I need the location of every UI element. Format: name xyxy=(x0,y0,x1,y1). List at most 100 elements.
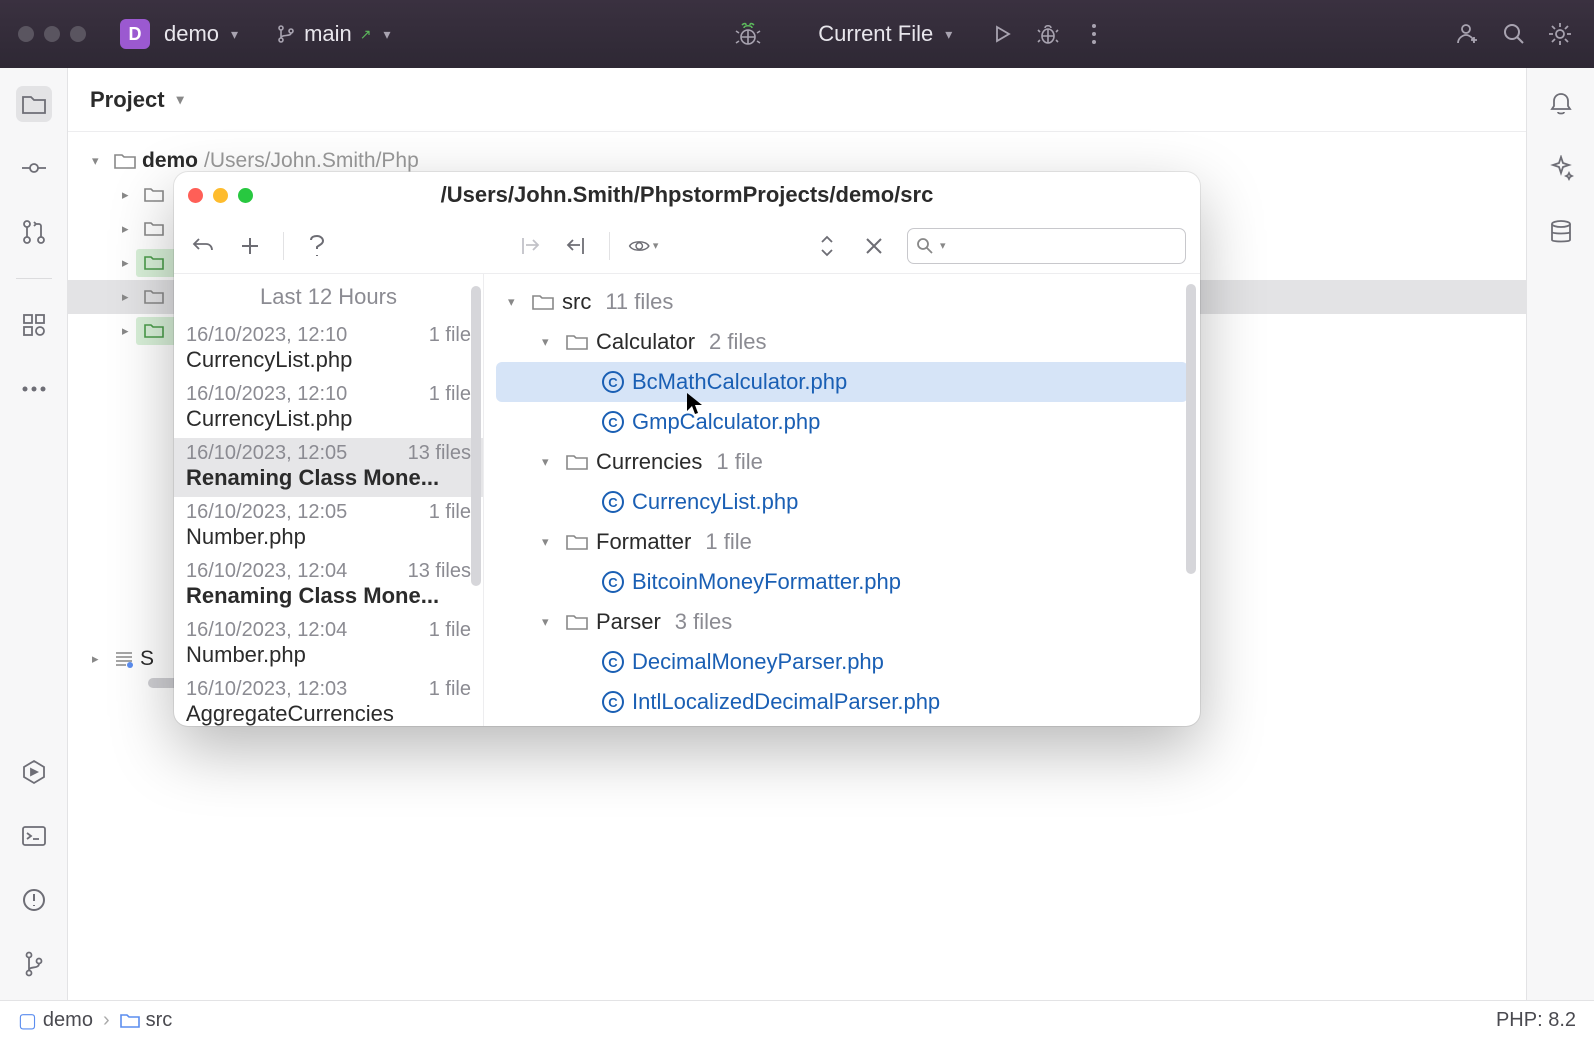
right-tool-rail xyxy=(1526,68,1594,1000)
chevron-right-icon: ▸ xyxy=(122,289,138,305)
history-item[interactable]: 16/10/2023, 12:051 fileNumber.php xyxy=(174,497,483,556)
next-diff-icon[interactable] xyxy=(562,231,591,261)
php-version[interactable]: PHP: 8.2 xyxy=(1496,1009,1576,1032)
project-tool-icon[interactable] xyxy=(16,86,52,122)
file-tree-file[interactable]: CDecimalMoneyParser.php xyxy=(484,642,1200,682)
zoom-icon[interactable] xyxy=(238,188,253,203)
folder-icon xyxy=(144,255,164,271)
project-badge[interactable]: D xyxy=(120,19,150,49)
problems-tool-icon[interactable] xyxy=(16,882,52,918)
scrollbar-thumb[interactable] xyxy=(1186,284,1196,574)
create-patch-icon[interactable] xyxy=(235,231,264,261)
breadcrumb-item: demo xyxy=(43,1009,93,1032)
close-icon[interactable] xyxy=(188,188,203,203)
file-tree-file[interactable]: CGmpCalculator.php xyxy=(484,402,1200,442)
collaborate-icon[interactable] xyxy=(1452,18,1484,50)
chevron-down-icon: ▾ xyxy=(177,91,184,108)
file-tree-folder[interactable]: ▾Currencies1 file xyxy=(484,442,1200,482)
file-tree-root[interactable]: ▾src11 files xyxy=(484,282,1200,322)
settings-icon[interactable] xyxy=(1544,18,1576,50)
module-icon: ▢ xyxy=(18,1008,37,1033)
project-panel-title: Project xyxy=(90,87,165,113)
history-item[interactable]: 16/10/2023, 12:101 fileCurrencyList.php xyxy=(174,320,483,379)
project-selector[interactable]: demo ▾ xyxy=(164,21,238,47)
file-tree-folder[interactable]: ▾Parser3 files xyxy=(484,602,1200,642)
popup-window-controls xyxy=(188,188,253,203)
class-icon: C xyxy=(602,491,624,513)
popup-titlebar: /Users/John.Smith/PhpstormProjects/demo/… xyxy=(174,172,1200,218)
close-icon[interactable] xyxy=(18,26,34,42)
debug-icon[interactable] xyxy=(1032,18,1064,50)
pull-requests-icon[interactable] xyxy=(16,214,52,250)
chevron-down-icon: ▾ xyxy=(384,26,391,43)
popup-body: Last 12 Hours 16/10/2023, 12:101 fileCur… xyxy=(174,274,1200,726)
file-tree-file[interactable]: CBitcoinMoneyFormatter.php xyxy=(484,562,1200,602)
history-item[interactable]: 16/10/2023, 12:031 fileAggregateCurrenci… xyxy=(174,674,483,726)
notifications-icon[interactable] xyxy=(1543,86,1579,122)
terminal-tool-icon[interactable] xyxy=(16,818,52,854)
statusbar: ▢ demo › src PHP: 8.2 xyxy=(0,1000,1594,1040)
chevron-down-icon: ▾ xyxy=(231,26,238,43)
services-tool-icon[interactable] xyxy=(16,754,52,790)
vcs-tool-icon[interactable] xyxy=(16,946,52,982)
structure-tool-icon[interactable] xyxy=(16,307,52,343)
chevron-down-icon: ▾ xyxy=(542,454,558,470)
run-config-label: Current File xyxy=(818,21,933,47)
run-config-selector[interactable]: Current File ▾ xyxy=(818,21,952,47)
search-icon[interactable] xyxy=(1498,18,1530,50)
class-icon: C xyxy=(602,571,624,593)
tree-root-path: /Users/John.Smith/Php xyxy=(204,149,419,173)
prev-diff-icon[interactable] xyxy=(514,231,543,261)
toolbar-separator xyxy=(609,232,610,260)
view-mode-icon[interactable]: ▾ xyxy=(628,231,658,261)
history-item[interactable]: 16/10/2023, 12:041 fileNumber.php xyxy=(174,615,483,674)
scratches-icon xyxy=(114,649,134,669)
class-icon: C xyxy=(602,411,624,433)
more-tool-icon[interactable] xyxy=(16,371,52,407)
minimize-icon[interactable] xyxy=(213,188,228,203)
history-item[interactable]: 16/10/2023, 12:0413 filesRenaming Class … xyxy=(174,556,483,615)
history-item[interactable]: 16/10/2023, 12:0513 filesRenaming Class … xyxy=(174,438,483,497)
expand-collapse-icon[interactable] xyxy=(812,231,841,261)
breadcrumb[interactable]: ▢ demo xyxy=(18,1008,93,1033)
search-icon xyxy=(916,237,934,255)
chevron-right-icon: ▸ xyxy=(92,651,108,667)
chevron-right-icon: ▸ xyxy=(122,323,138,339)
scrollbar-thumb[interactable] xyxy=(471,286,481,586)
zoom-icon[interactable] xyxy=(70,26,86,42)
close-diff-icon[interactable] xyxy=(860,231,889,261)
search-input[interactable]: ▾ xyxy=(907,228,1186,264)
file-tree-folder[interactable]: ▾Calculator2 files xyxy=(484,322,1200,362)
project-name: demo xyxy=(164,21,219,47)
commit-tool-icon[interactable] xyxy=(16,150,52,186)
project-panel-header[interactable]: Project ▾ xyxy=(68,68,1526,132)
file-tree-folder[interactable]: ▾Formatter1 file xyxy=(484,522,1200,562)
class-icon: C xyxy=(602,371,624,393)
database-icon[interactable] xyxy=(1543,214,1579,250)
minimize-icon[interactable] xyxy=(44,26,60,42)
breadcrumb-item: src xyxy=(146,1009,173,1032)
breadcrumb[interactable]: src xyxy=(120,1009,173,1032)
chevron-right-icon: ▸ xyxy=(122,221,138,237)
branch-icon xyxy=(276,24,296,44)
branch-selector[interactable]: main ↗ ▾ xyxy=(276,21,390,47)
folder-icon xyxy=(144,187,164,203)
chevron-right-icon: ▸ xyxy=(122,255,138,271)
run-icon[interactable] xyxy=(986,18,1018,50)
class-icon: C xyxy=(602,691,624,713)
local-history-popup: /Users/John.Smith/PhpstormProjects/demo/… xyxy=(174,172,1200,726)
ai-assistant-icon[interactable] xyxy=(1543,150,1579,186)
folder-icon xyxy=(566,613,588,631)
history-list[interactable]: Last 12 Hours 16/10/2023, 12:101 fileCur… xyxy=(174,274,484,726)
test-run-icon[interactable] xyxy=(732,18,764,50)
file-tree[interactable]: ▾src11 files ▾Calculator2 files CBcMathC… xyxy=(484,274,1200,726)
folder-icon xyxy=(566,533,588,551)
help-icon[interactable] xyxy=(302,231,331,261)
file-tree-file[interactable]: CIntlLocalizedDecimalParser.php xyxy=(484,682,1200,722)
history-item[interactable]: 16/10/2023, 12:101 fileCurrencyList.php xyxy=(174,379,483,438)
branch-name: main xyxy=(304,21,352,47)
file-tree-file[interactable]: CBcMathCalculator.php xyxy=(496,362,1188,402)
more-icon[interactable] xyxy=(1078,18,1110,50)
file-tree-file[interactable]: CCurrencyList.php xyxy=(484,482,1200,522)
revert-icon[interactable] xyxy=(188,231,217,261)
